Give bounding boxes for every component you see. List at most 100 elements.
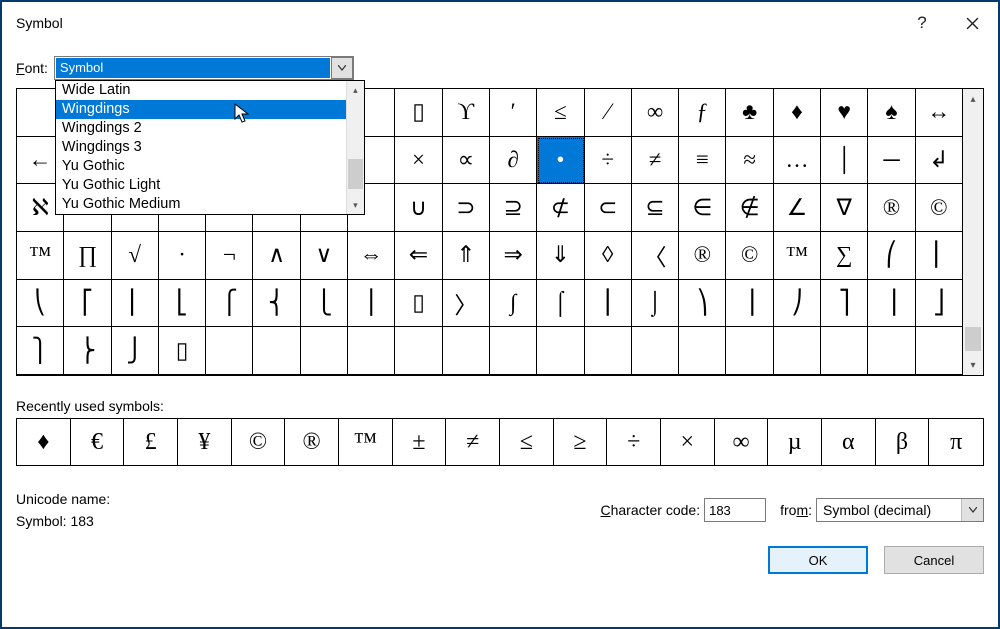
recent-symbol-cell[interactable]: ™: [339, 419, 393, 465]
recent-symbol-cell[interactable]: ®: [285, 419, 339, 465]
symbol-cell[interactable]: ⌡: [632, 280, 679, 328]
font-option[interactable]: Wingdings: [56, 100, 346, 119]
font-option[interactable]: Wingdings 3: [56, 138, 346, 157]
symbol-cell[interactable]: ≠: [632, 137, 679, 185]
symbol-cell[interactable]: ϒ: [443, 89, 490, 137]
symbol-cell[interactable]: ⎥: [726, 280, 773, 328]
symbol-cell[interactable]: ®: [679, 232, 726, 280]
symbol-cell[interactable]: ⎮: [585, 280, 632, 328]
symbol-cell[interactable]: ∧: [253, 232, 300, 280]
symbol-cell[interactable]: ÷: [585, 137, 632, 185]
symbol-cell[interactable]: ▯: [395, 280, 442, 328]
symbol-cell[interactable]: ⎦: [916, 280, 963, 328]
symbol-cell[interactable]: [868, 327, 915, 375]
recent-symbol-cell[interactable]: ≠: [446, 419, 500, 465]
symbol-cell[interactable]: ↔: [916, 89, 963, 137]
recent-symbol-cell[interactable]: ♦: [17, 419, 71, 465]
symbol-cell[interactable]: ∑: [821, 232, 868, 280]
recent-symbol-cell[interactable]: £: [124, 419, 178, 465]
symbol-cell[interactable]: ⎣: [159, 280, 206, 328]
font-option[interactable]: Yu Gothic Medium: [56, 195, 346, 214]
symbol-cell[interactable]: ™: [17, 232, 64, 280]
symbol-cell[interactable]: ∪: [395, 184, 442, 232]
symbol-cell[interactable]: •: [537, 137, 584, 185]
symbol-cell[interactable]: ⎭: [112, 327, 159, 375]
symbol-cell[interactable]: ♠: [868, 89, 915, 137]
symbol-cell[interactable]: [821, 327, 868, 375]
symbol-cell[interactable]: ′: [490, 89, 537, 137]
symbol-cell[interactable]: ·: [159, 232, 206, 280]
symbol-cell[interactable]: ⎢: [112, 280, 159, 328]
from-combo[interactable]: Symbol (decimal): [816, 498, 984, 522]
symbol-cell[interactable]: ⎩: [301, 280, 348, 328]
symbol-cell[interactable]: ∏: [64, 232, 111, 280]
symbol-cell[interactable]: ∝: [443, 137, 490, 185]
symbol-cell[interactable]: ®: [868, 184, 915, 232]
symbol-cell[interactable]: ©: [916, 184, 963, 232]
symbol-cell[interactable]: ∨: [301, 232, 348, 280]
ok-button[interactable]: OK: [768, 546, 868, 574]
symbol-cell[interactable]: ≡: [679, 137, 726, 185]
symbol-cell[interactable]: ⎤: [821, 280, 868, 328]
scroll-thumb[interactable]: [348, 159, 363, 189]
symbol-cell[interactable]: [537, 327, 584, 375]
symbol-cell[interactable]: ∂: [490, 137, 537, 185]
scroll-thumb[interactable]: [965, 327, 981, 351]
symbol-cell[interactable]: …: [774, 137, 821, 185]
recent-symbol-cell[interactable]: µ: [768, 419, 822, 465]
recent-symbol-cell[interactable]: π: [929, 419, 983, 465]
dropdown-scrollbar[interactable]: ▴ ▾: [346, 81, 364, 214]
recent-symbol-cell[interactable]: β: [876, 419, 930, 465]
symbol-cell[interactable]: [206, 327, 253, 375]
symbol-cell[interactable]: ⊆: [632, 184, 679, 232]
symbol-cell[interactable]: ⇒: [490, 232, 537, 280]
symbol-cell[interactable]: │: [821, 137, 868, 185]
symbol-cell[interactable]: ∇: [821, 184, 868, 232]
symbol-cell[interactable]: ×: [395, 137, 442, 185]
scroll-down-icon[interactable]: ▾: [963, 355, 983, 375]
symbol-cell[interactable]: ⇐: [395, 232, 442, 280]
symbol-cell[interactable]: [632, 327, 679, 375]
symbol-cell[interactable]: [679, 327, 726, 375]
symbol-cell[interactable]: ▯: [159, 327, 206, 375]
symbol-cell[interactable]: ⌠: [537, 280, 584, 328]
help-button[interactable]: ?: [898, 2, 946, 44]
grid-scrollbar[interactable]: ▴ ▾: [963, 89, 983, 375]
symbol-cell[interactable]: ⊇: [490, 184, 537, 232]
recent-symbol-cell[interactable]: ¥: [178, 419, 232, 465]
symbol-cell[interactable]: ⎥: [868, 280, 915, 328]
close-button[interactable]: [946, 2, 998, 44]
symbol-cell[interactable]: ©: [726, 232, 773, 280]
symbol-cell[interactable]: ⇔: [348, 232, 395, 280]
symbol-cell[interactable]: ♦: [774, 89, 821, 137]
scroll-up-icon[interactable]: ▴: [347, 81, 364, 99]
symbol-cell[interactable]: [585, 327, 632, 375]
symbol-cell[interactable]: ⎨: [253, 280, 300, 328]
symbol-cell[interactable]: ⎠: [774, 280, 821, 328]
symbol-cell[interactable]: 〉: [443, 280, 490, 328]
symbol-cell[interactable]: 〈: [632, 232, 679, 280]
symbol-cell[interactable]: ⎝: [17, 280, 64, 328]
symbol-cell[interactable]: ⎫: [17, 327, 64, 375]
symbol-cell[interactable]: ◊: [585, 232, 632, 280]
symbol-cell[interactable]: [490, 327, 537, 375]
symbol-cell[interactable]: [443, 327, 490, 375]
symbol-cell[interactable]: ∞: [632, 89, 679, 137]
symbol-cell[interactable]: ↲: [916, 137, 963, 185]
cancel-button[interactable]: Cancel: [884, 546, 984, 574]
recent-symbol-cell[interactable]: ±: [393, 419, 447, 465]
symbol-cell[interactable]: [774, 327, 821, 375]
recent-symbol-cell[interactable]: ÷: [607, 419, 661, 465]
symbol-cell[interactable]: ⊃: [443, 184, 490, 232]
character-code-input[interactable]: [704, 498, 766, 522]
symbol-cell[interactable]: ∈: [679, 184, 726, 232]
recent-symbol-cell[interactable]: ∞: [715, 419, 769, 465]
symbol-cell[interactable]: ⎞: [679, 280, 726, 328]
symbol-cell[interactable]: ¬: [206, 232, 253, 280]
symbol-cell[interactable]: ⊄: [537, 184, 584, 232]
symbol-cell[interactable]: ⎛: [868, 232, 915, 280]
symbol-cell[interactable]: ∫: [490, 280, 537, 328]
symbol-cell[interactable]: [395, 327, 442, 375]
symbol-cell[interactable]: [726, 327, 773, 375]
recent-symbol-cell[interactable]: ©: [232, 419, 286, 465]
